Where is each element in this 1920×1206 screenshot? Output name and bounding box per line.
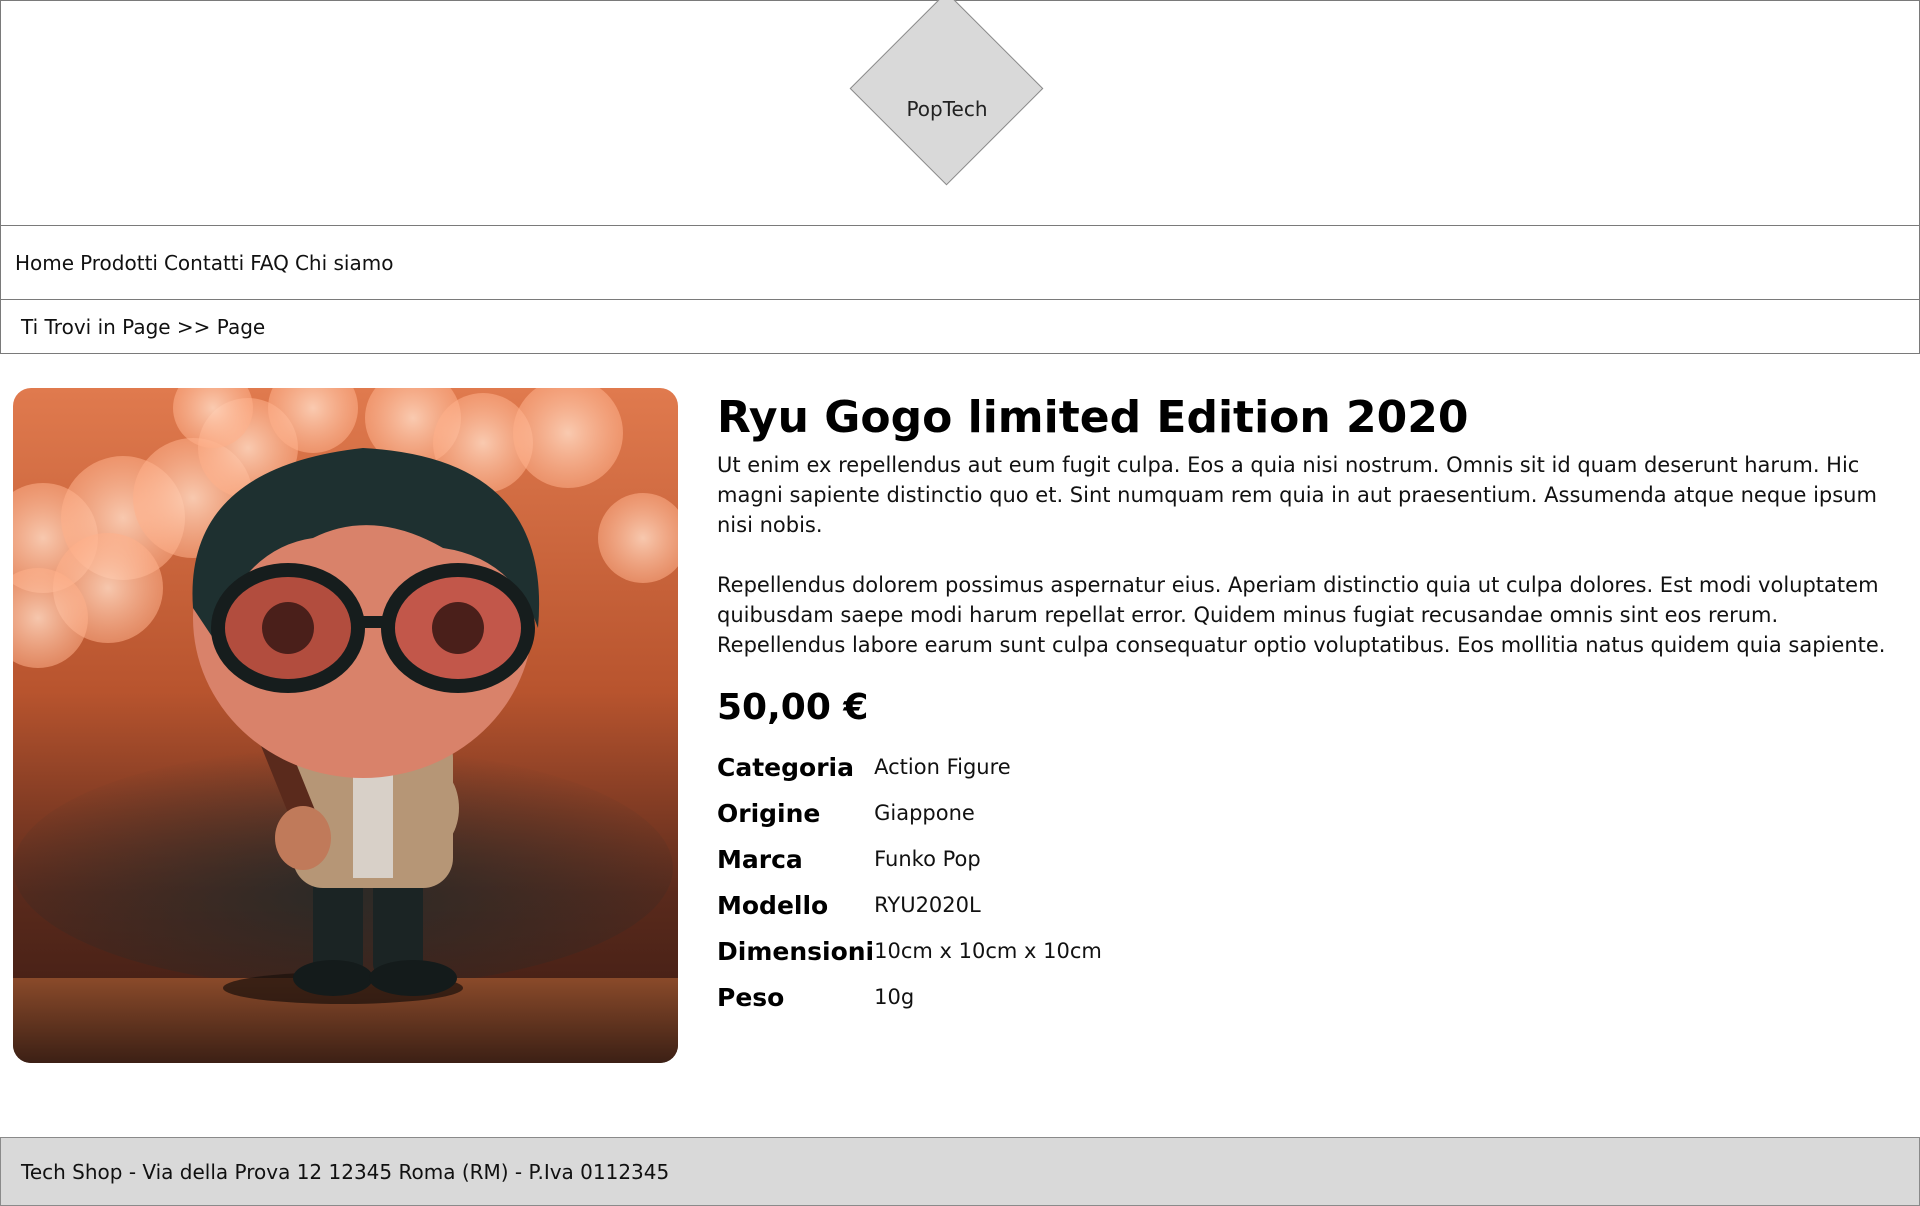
spec-value: 10cm x 10cm x 10cm — [874, 939, 1102, 963]
nav-item-faq[interactable]: FAQ — [250, 251, 289, 275]
logo-text[interactable]: PopTech — [861, 97, 1033, 121]
product-description-paragraph-2: Repellendus dolorem possimus aspernatur … — [717, 573, 1886, 657]
site-footer: Tech Shop - Via della Prova 12 12345 Rom… — [0, 1137, 1920, 1206]
nav-item-chi-siamo[interactable]: Chi siamo — [295, 251, 394, 275]
funko-figure-photo — [13, 388, 678, 1063]
spec-row-peso: Peso 10g — [717, 974, 1317, 1020]
product-specs-table: Categoria Action Figure Origine Giappone… — [717, 744, 1317, 1020]
nav-item-home[interactable]: Home — [15, 251, 74, 275]
logo-diamond-shape[interactable] — [849, 0, 1044, 186]
product-title: Ryu Gogo limited Edition 2020 — [717, 392, 1469, 443]
spec-row-modello: Modello RYU2020L — [717, 882, 1317, 928]
product-image[interactable] — [13, 388, 678, 1063]
product-info: Ryu Gogo limited Edition 2020 Ut enim ex… — [717, 392, 1897, 1020]
spec-value: RYU2020L — [874, 893, 981, 917]
nav-item-prodotti[interactable]: Prodotti — [80, 251, 158, 275]
site-header: PopTech — [0, 0, 1920, 226]
spec-value: 10g — [874, 985, 915, 1009]
spec-row-categoria: Categoria Action Figure — [717, 744, 1317, 790]
footer-text: Tech Shop - Via della Prova 12 12345 Rom… — [21, 1159, 670, 1184]
spec-row-origine: Origine Giappone — [717, 790, 1317, 836]
spec-label: Peso — [717, 982, 785, 1012]
spec-value: Giappone — [874, 801, 975, 825]
spec-label: Modello — [717, 890, 829, 920]
breadcrumb-text: Ti Trovi in Page >> Page — [21, 314, 266, 339]
spec-value: Funko Pop — [874, 847, 981, 871]
spec-label: Marca — [717, 844, 803, 874]
product-description-paragraph-1: Ut enim ex repellendus aut eum fugit cul… — [717, 453, 1877, 537]
spec-label: Dimensioni — [717, 936, 875, 966]
product-price: 50,00 € — [717, 687, 869, 728]
spec-row-marca: Marca Funko Pop — [717, 836, 1317, 882]
spec-label: Categoria — [717, 752, 854, 782]
spec-label: Origine — [717, 798, 821, 828]
nav-item-contatti[interactable]: Contatti — [164, 251, 244, 275]
spec-value: Action Figure — [874, 755, 1011, 779]
breadcrumb: Ti Trovi in Page >> Page — [0, 299, 1920, 354]
main-nav: Home Prodotti Contatti FAQ Chi siamo — [0, 225, 1920, 300]
spec-row-dimensioni: Dimensioni 10cm x 10cm x 10cm — [717, 928, 1317, 974]
